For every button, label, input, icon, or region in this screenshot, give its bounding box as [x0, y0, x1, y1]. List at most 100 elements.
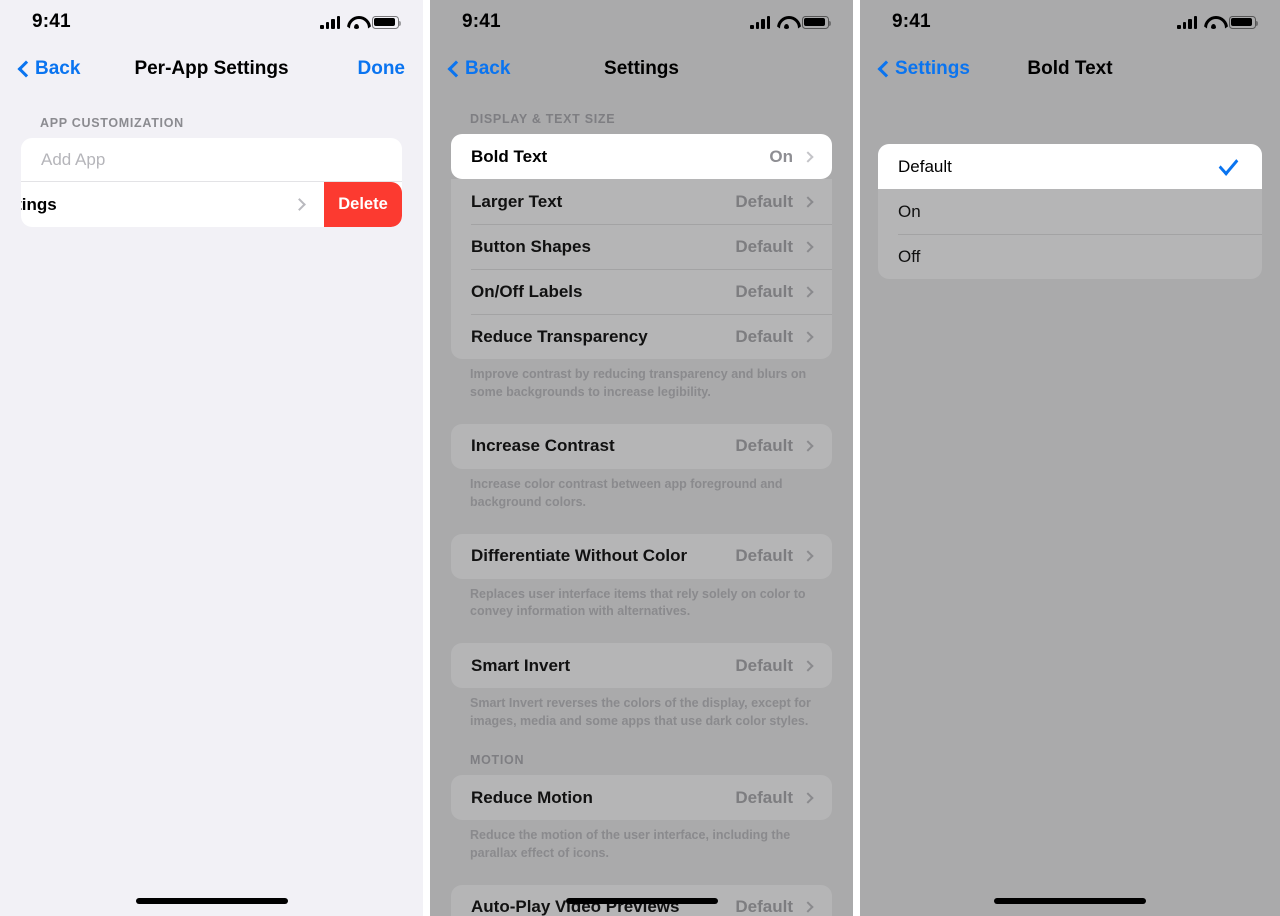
wifi-icon	[777, 16, 795, 29]
back-button-label: Back	[35, 58, 81, 79]
setting-row-differentiate-without-color[interactable]: Differentiate Without Color Default	[451, 534, 832, 579]
section-header-motion: MOTION	[470, 753, 525, 767]
setting-row-value: Default	[735, 191, 793, 211]
status-bar: 9:41	[0, 0, 423, 44]
swiped-row-label: ettings	[21, 194, 57, 214]
setting-row-value-group: Default	[735, 436, 814, 456]
app-customization-card: Add App ettings Delete	[21, 138, 402, 227]
wifi-icon	[347, 16, 365, 29]
back-button[interactable]: Back	[18, 58, 80, 80]
phone-panel-bold-text-options: 9:41 Settings Bold Text Default On Off	[860, 0, 1280, 916]
setting-row-label: On/Off Labels	[471, 281, 583, 301]
setting-row-value-group: On	[769, 146, 814, 167]
settings-scroll-view[interactable]: DISPLAY & TEXT SIZE Bold Text On Larger …	[430, 94, 853, 916]
setting-row-value: Default	[735, 281, 793, 301]
checkmark-icon	[1218, 153, 1239, 176]
cellular-bars-icon	[320, 15, 340, 29]
option-row-off[interactable]: Off	[878, 234, 1262, 279]
back-button[interactable]: Settings	[878, 58, 970, 80]
setting-row-label: Reduce Transparency	[471, 326, 648, 346]
setting-row-larger-text[interactable]: Larger Text Default	[451, 179, 832, 224]
setting-row-smart-invert[interactable]: Smart Invert Default	[451, 643, 832, 688]
increase-contrast-group: Increase Contrast Default	[451, 423, 832, 469]
status-bar-time: 9:41	[892, 11, 931, 32]
footnote-increase-contrast: Increase color contrast between app fore…	[470, 476, 783, 509]
panel1-content: APP CUSTOMIZATION Add App ettings Delete	[0, 94, 423, 227]
setting-row-value-group: Default	[735, 191, 814, 212]
done-button[interactable]: Done	[358, 58, 406, 80]
add-app-row[interactable]: Add App	[21, 138, 402, 182]
bold-text-options-card: Default On Off	[878, 144, 1262, 279]
panel-divider-1	[423, 0, 430, 916]
chevron-right-icon	[802, 791, 814, 804]
swiped-row-content[interactable]: ettings	[21, 182, 324, 227]
phone-panel-per-app-settings: 9:41 Back Per-App Settings Done APP CUST…	[0, 0, 423, 916]
chevron-right-icon	[802, 660, 814, 672]
differentiate-without-color-group: Differentiate Without Color Default	[451, 533, 832, 579]
setting-row-value: Default	[735, 236, 793, 256]
status-bar-icons	[1177, 15, 1259, 29]
setting-row-value-group: Default	[735, 281, 814, 302]
setting-row-reduce-transparency[interactable]: Reduce Transparency Default	[451, 314, 832, 359]
setting-row-value: Default	[735, 436, 793, 456]
chevron-right-icon	[802, 195, 814, 208]
setting-row-on-off-labels[interactable]: On/Off Labels Default	[451, 269, 832, 314]
panel3-content: Default On Off	[860, 94, 1280, 279]
setting-row-label: Increase Contrast	[471, 436, 615, 456]
panel-divider-2	[853, 0, 860, 916]
chevron-right-icon	[802, 285, 814, 298]
setting-row-label: Bold Text	[471, 146, 548, 166]
three-phone-screenshot-board: 9:41 Back Per-App Settings Done APP CUST…	[0, 0, 1280, 916]
back-button-label: Back	[465, 58, 511, 79]
option-label: Default	[898, 156, 952, 176]
chevron-right-icon	[802, 440, 814, 452]
navigation-bar: Settings Bold Text	[860, 44, 1280, 94]
setting-row-label: Reduce Motion	[471, 787, 593, 807]
add-app-placeholder: Add App	[41, 149, 106, 169]
setting-row-increase-contrast[interactable]: Increase Contrast Default	[451, 424, 832, 469]
setting-row-value: Default	[735, 787, 793, 807]
reduce-motion-group: Reduce Motion Default	[451, 775, 832, 820]
setting-row-bold-text[interactable]: Bold Text On	[451, 134, 832, 179]
footnote-reduce-transparency: Improve contrast by reducing transparenc…	[470, 367, 807, 399]
chevron-left-icon	[448, 60, 459, 78]
option-row-default[interactable]: Default	[878, 144, 1262, 189]
battery-icon	[802, 15, 832, 29]
delete-button[interactable]: Delete	[324, 182, 402, 227]
status-bar: 9:41	[430, 0, 853, 44]
chevron-right-icon	[802, 150, 814, 163]
chevron-right-icon	[802, 901, 814, 913]
status-bar-icons	[320, 15, 402, 29]
setting-row-value-group: Default	[735, 656, 814, 676]
setting-row-value: Default	[735, 326, 793, 346]
back-button-label: Settings	[895, 58, 970, 79]
setting-row-value: Default	[735, 546, 793, 565]
navigation-bar: Back Per-App Settings Done	[0, 44, 423, 94]
footnote-differentiate-without-color: Replaces user interface items that rely …	[470, 586, 806, 619]
back-button[interactable]: Back	[448, 58, 510, 80]
chevron-right-icon	[802, 550, 814, 562]
setting-row-value-group: Default	[735, 787, 814, 808]
setting-row-label: Larger Text	[471, 191, 563, 211]
setting-row-label: Smart Invert	[471, 655, 571, 675]
setting-row-value-group: Default	[735, 546, 814, 566]
wifi-icon	[1204, 16, 1222, 29]
cellular-bars-icon	[750, 15, 770, 29]
navigation-bar: Back Settings	[430, 44, 853, 94]
status-bar-icons	[750, 15, 832, 29]
setting-row-button-shapes[interactable]: Button Shapes Default	[451, 224, 832, 269]
phone-panel-settings-list: 9:41 Back Settings DISPLAY & TEXT SIZE B…	[430, 0, 853, 916]
battery-icon	[372, 15, 402, 29]
setting-row-value: On	[769, 146, 793, 166]
status-bar-time: 9:41	[32, 11, 71, 32]
setting-row-label: Differentiate Without Color	[471, 546, 688, 565]
setting-row-reduce-motion[interactable]: Reduce Motion Default	[451, 775, 832, 820]
swiped-app-row[interactable]: ettings Delete	[21, 182, 402, 227]
setting-row-value-group: Default	[735, 326, 814, 347]
setting-row-value-group: Default	[735, 236, 814, 257]
option-label: On	[898, 201, 921, 221]
cellular-bars-icon	[1177, 15, 1197, 29]
option-row-on[interactable]: On	[878, 189, 1262, 234]
section-header-app-customization: APP CUSTOMIZATION	[40, 116, 184, 130]
chevron-right-icon	[802, 330, 814, 343]
